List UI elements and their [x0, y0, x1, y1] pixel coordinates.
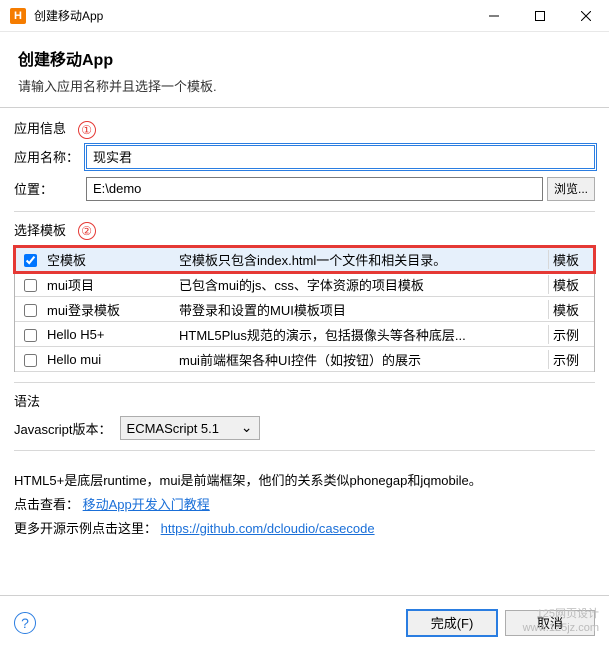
template-group-label: 选择模板 ②	[14, 220, 595, 241]
template-desc: mui前端框架各种UI控件（如按钮）的展示	[175, 350, 548, 369]
template-desc: 已包含mui的js、css、字体资源的项目模板	[175, 275, 548, 294]
template-type: 示例	[548, 350, 594, 369]
minimize-button[interactable]	[471, 0, 517, 32]
help-button[interactable]: ?	[14, 612, 36, 634]
template-type: 模板	[548, 275, 594, 294]
table-row[interactable]: Hello H5+ HTML5Plus规范的演示，包括摄像头等各种底层... 示…	[15, 322, 594, 347]
template-name: 空模板	[45, 250, 175, 269]
template-table: 空模板 空模板只包含index.html一个文件和相关目录。 模板 mui项目 …	[14, 246, 595, 372]
template-name: Hello mui	[45, 352, 175, 367]
app-icon: H	[10, 8, 26, 24]
titlebar: H 创建移动App	[0, 0, 609, 32]
dialog-title: 创建移动App	[18, 46, 591, 70]
js-version-label: Javascript版本：	[14, 419, 112, 438]
help-icon: ?	[21, 615, 29, 631]
divider	[14, 450, 595, 451]
window-controls	[471, 0, 609, 32]
info-line-3: 更多开源示例点击这里： https://github.com/dcloudio/…	[14, 517, 595, 541]
info-line-3-prefix: 更多开源示例点击这里：	[14, 521, 157, 536]
minimize-icon	[489, 11, 499, 21]
dialog-content: 应用信息 ① 应用名称： 位置： 浏览... 选择模板 ② 空模板 空模板只包含…	[0, 108, 609, 551]
dialog-footer: ? 完成(F) 取消	[0, 595, 609, 649]
table-row[interactable]: Hello mui mui前端框架各种UI控件（如按钮）的展示 示例	[15, 347, 594, 372]
info-line-2-prefix: 点击查看：	[14, 497, 79, 512]
app-info-label: 应用信息 ①	[14, 118, 595, 139]
template-name: Hello H5+	[45, 327, 175, 342]
template-name: mui登录模板	[45, 300, 175, 319]
location-input[interactable]	[86, 177, 543, 201]
tutorial-link[interactable]: 移动App开发入门教程	[83, 497, 210, 512]
app-name-label: 应用名称：	[14, 147, 86, 166]
template-checkbox[interactable]	[24, 329, 37, 342]
template-group-label-text: 选择模板	[14, 223, 66, 238]
maximize-button[interactable]	[517, 0, 563, 32]
maximize-icon	[535, 11, 545, 21]
template-desc: 带登录和设置的MUI模板项目	[175, 300, 548, 319]
close-button[interactable]	[563, 0, 609, 32]
table-row[interactable]: 空模板 空模板只包含index.html一个文件和相关目录。 模板	[15, 247, 594, 272]
template-desc: HTML5Plus规范的演示，包括摄像头等各种底层...	[175, 325, 548, 344]
info-line-2: 点击查看： 移动App开发入门教程	[14, 493, 595, 517]
template-checkbox[interactable]	[24, 354, 37, 367]
template-type: 示例	[548, 325, 594, 344]
dialog-header: 创建移动App 请输入应用名称并且选择一个模板.	[0, 32, 609, 108]
divider	[14, 211, 595, 212]
window-title: 创建移动App	[34, 7, 471, 24]
location-row: 位置： 浏览...	[14, 177, 595, 201]
table-row[interactable]: mui项目 已包含mui的js、css、字体资源的项目模板 模板	[15, 272, 594, 297]
js-version-row: Javascript版本： ECMAScript 5.1	[14, 416, 595, 440]
info-block: HTML5+是底层runtime，mui是前端框架，他们的关系类似phonega…	[14, 469, 595, 541]
template-type: 模板	[548, 250, 594, 269]
app-name-row: 应用名称：	[14, 145, 595, 169]
app-info-label-text: 应用信息	[14, 121, 66, 136]
js-version-select[interactable]: ECMAScript 5.1	[120, 416, 260, 440]
template-name: mui项目	[45, 275, 175, 294]
github-link[interactable]: https://github.com/dcloudio/casecode	[161, 521, 375, 536]
browse-button[interactable]: 浏览...	[547, 177, 595, 201]
cancel-button[interactable]: 取消	[505, 610, 595, 636]
app-name-input[interactable]	[86, 145, 595, 169]
close-icon	[581, 11, 591, 21]
annotation-2: ②	[78, 222, 96, 240]
template-checkbox[interactable]	[24, 254, 37, 267]
info-line-1: HTML5+是底层runtime，mui是前端框架，他们的关系类似phonega…	[14, 469, 595, 493]
annotation-1: ①	[78, 121, 96, 139]
divider	[14, 382, 595, 383]
template-desc: 空模板只包含index.html一个文件和相关目录。	[175, 250, 548, 269]
location-label: 位置：	[14, 179, 86, 198]
finish-button[interactable]: 完成(F)	[407, 610, 497, 636]
table-row[interactable]: mui登录模板 带登录和设置的MUI模板项目 模板	[15, 297, 594, 322]
dialog-subtitle: 请输入应用名称并且选择一个模板.	[18, 76, 591, 95]
syntax-group-label: 语法	[14, 391, 595, 410]
template-checkbox[interactable]	[24, 304, 37, 317]
template-type: 模板	[548, 300, 594, 319]
template-checkbox[interactable]	[24, 279, 37, 292]
